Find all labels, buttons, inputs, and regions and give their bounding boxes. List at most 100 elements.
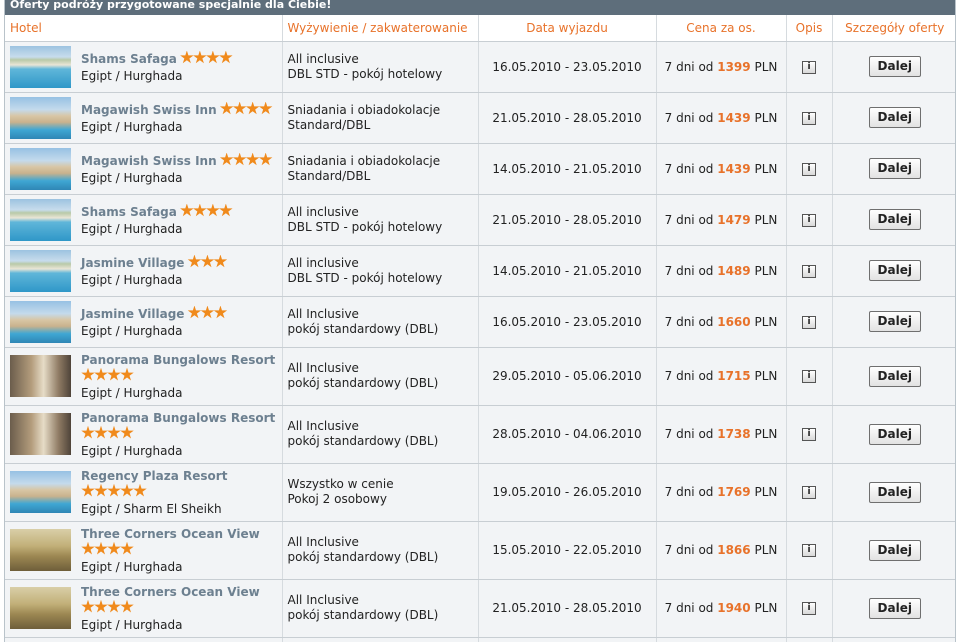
table-row: Magawish Swiss Inn Egipt / Hurghada Sniada… — [5, 143, 955, 195]
price-cell: 7 dni od 1940 PLN — [656, 579, 787, 638]
price-value: 1715 — [717, 369, 751, 383]
table-row-partial — [5, 637, 955, 642]
details-cell: Dalej — [832, 92, 955, 144]
info-icon[interactable]: i — [802, 111, 816, 125]
price-value: 1489 — [717, 263, 751, 278]
star-icon — [81, 367, 95, 381]
price-prefix: 7 dni od — [664, 314, 714, 329]
board-type: All inclusive — [287, 204, 359, 219]
hotel-name-link[interactable]: Magawish Swiss Inn — [81, 154, 217, 168]
dalej-button[interactable]: Dalej — [868, 423, 921, 445]
hotel-thumbnail[interactable] — [10, 198, 71, 241]
price-value: 1769 — [717, 485, 751, 499]
price-currency: PLN — [754, 427, 778, 441]
dalej-button[interactable]: Dalej — [868, 481, 921, 503]
info-cell: i — [786, 463, 833, 522]
hotel-thumbnail[interactable] — [10, 147, 71, 190]
star-rating — [180, 203, 233, 221]
info-icon[interactable]: i — [802, 370, 816, 383]
hotel-name-link[interactable]: Panorama Bungalows Resort — [81, 411, 275, 425]
hotel-thumbnail[interactable] — [10, 355, 71, 397]
info-cell: i — [786, 41, 833, 93]
dalej-button[interactable]: Dalej — [868, 311, 921, 332]
price-cell: 7 dni od 1479 PLN — [656, 194, 787, 246]
info-icon[interactable]: i — [802, 264, 816, 278]
board-type: Sniadania i obiadokolacje — [287, 102, 441, 117]
column-header-board: Wyżywienie / zakwaterowanie — [282, 15, 479, 42]
hotel-name-link[interactable]: Magawish Swiss Inn — [81, 103, 217, 117]
board-type: All inclusive — [287, 51, 359, 66]
departure-dates: 14.05.2010 - 21.05.2010 — [478, 143, 657, 195]
price-currency: PLN — [754, 369, 778, 383]
star-icon — [219, 101, 234, 115]
dalej-button[interactable]: Dalej — [868, 209, 921, 230]
dalej-button[interactable]: Dalej — [868, 597, 921, 619]
dalej-button[interactable]: Dalej — [868, 56, 921, 77]
hotel-thumbnail[interactable] — [10, 300, 71, 343]
star-icon — [193, 203, 207, 217]
destination: Egipt / Hurghada — [81, 221, 183, 236]
price-cell: 7 dni od 1399 PLN — [656, 41, 787, 93]
hotel-name-link[interactable]: Jasmine Village — [81, 307, 184, 321]
info-icon[interactable]: i — [802, 602, 816, 615]
hotel-name-link[interactable]: Three Corners Ocean View — [81, 527, 260, 541]
hotel-name-link[interactable]: Shams Safaga — [81, 52, 177, 66]
price-cell: 7 dni od 1439 PLN — [656, 143, 787, 195]
board-cell: Sniadania i obiadokolacje Standard/DBL — [282, 143, 479, 195]
star-icon — [120, 367, 134, 381]
departure-dates: 14.05.2010 - 21.05.2010 — [478, 245, 657, 297]
info-icon[interactable]: i — [802, 486, 816, 499]
hotel-thumbnail[interactable] — [10, 413, 71, 455]
star-icon — [120, 541, 134, 555]
price-prefix: 7 dni od — [664, 59, 714, 74]
dalej-button[interactable]: Dalej — [868, 260, 921, 281]
hotel-thumbnail[interactable] — [10, 471, 71, 513]
dalej-button[interactable]: Dalej — [868, 158, 921, 179]
hotel-thumbnail[interactable] — [10, 249, 71, 292]
hotel-name-link[interactable]: Panorama Bungalows Resort — [81, 353, 275, 367]
departure-dates: 29.05.2010 - 05.06.2010 — [478, 347, 657, 406]
hotel-thumbnail[interactable] — [10, 529, 71, 571]
room-type: Pokoj 2 osobowy — [287, 492, 387, 506]
star-icon — [200, 254, 215, 268]
destination: Egipt / Hurghada — [81, 617, 183, 632]
star-rating — [180, 50, 233, 68]
info-cell: i — [786, 92, 833, 144]
star-rating — [81, 541, 282, 559]
board-cell: Sniadania i obiadokolacje Standard/DBL — [282, 92, 479, 144]
star-icon — [81, 425, 95, 439]
hotel-thumbnail[interactable] — [10, 96, 71, 139]
hotel-name-link[interactable]: Regency Plaza Resort — [81, 469, 227, 483]
star-icon — [94, 425, 108, 439]
departure-dates: 16.05.2010 - 23.05.2010 — [478, 296, 657, 348]
info-icon[interactable]: i — [802, 428, 816, 441]
dalej-button[interactable]: Dalej — [868, 365, 921, 387]
hotel-name-link[interactable]: Shams Safaga — [81, 205, 177, 219]
dalej-button[interactable]: Dalej — [868, 539, 921, 561]
departure-dates: 21.05.2010 - 28.05.2010 — [478, 194, 657, 246]
hotel-name-link[interactable]: Three Corners Ocean View — [81, 585, 260, 599]
board-type: All Inclusive — [287, 306, 359, 321]
departure-dates: 28.05.2010 - 04.06.2010 — [478, 405, 657, 464]
price-value: 1439 — [717, 161, 751, 176]
hotel-thumbnail[interactable] — [10, 587, 71, 629]
info-icon[interactable]: i — [802, 315, 816, 329]
details-cell: Dalej — [832, 579, 955, 638]
column-header-hotel: Hotel — [5, 15, 283, 42]
board-type: All inclusive — [287, 255, 359, 270]
room-type: Standard/DBL — [287, 168, 371, 183]
star-icon — [200, 305, 215, 319]
info-icon[interactable]: i — [802, 213, 816, 227]
star-icon — [206, 203, 220, 217]
hotel-name-link[interactable]: Jasmine Village — [81, 256, 184, 270]
board-type: Wszystko w cenie — [287, 477, 394, 491]
dalej-button[interactable]: Dalej — [868, 107, 921, 128]
price-currency: PLN — [754, 314, 778, 329]
column-header-info: Opis — [786, 15, 833, 42]
info-icon[interactable]: i — [802, 162, 816, 176]
hotel-thumbnail[interactable] — [10, 45, 71, 88]
info-icon[interactable]: i — [802, 544, 816, 557]
room-type: Standard/DBL — [287, 117, 371, 132]
info-icon[interactable]: i — [802, 60, 816, 74]
star-icon — [219, 203, 233, 217]
